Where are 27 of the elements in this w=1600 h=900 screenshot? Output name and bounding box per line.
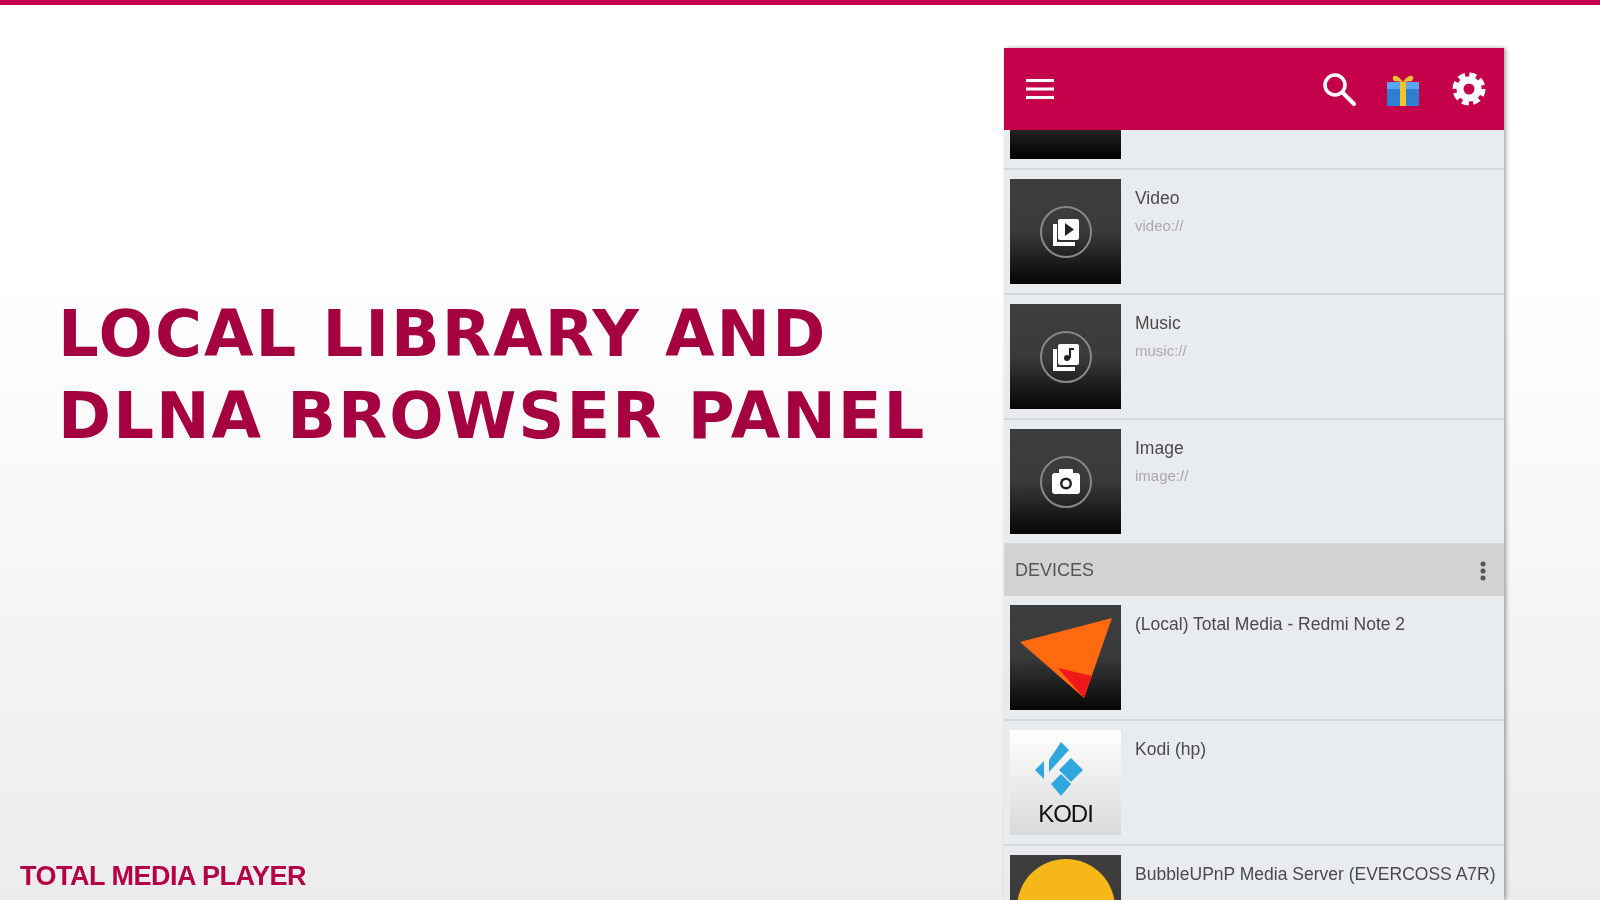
video-library-icon: [1038, 204, 1093, 259]
section-title: DEVICES: [1015, 560, 1095, 581]
device-item[interactable]: KODI Kodi (hp): [1004, 721, 1504, 846]
item-path: music://: [1135, 342, 1187, 359]
device-item[interactable]: BubbleUPnP Media Server (EVERCOSS A7R): [1004, 846, 1504, 900]
settings-icon[interactable]: [1450, 70, 1488, 108]
library-item[interactable]: Image image://: [1004, 420, 1504, 545]
item-title: Video: [1135, 188, 1181, 209]
device-name: BubbleUPnP Media Server (EVERCOSS A7R): [1135, 864, 1496, 885]
music-library-icon: [1038, 329, 1093, 384]
item-path: video://: [1135, 217, 1184, 234]
item-path: image://: [1135, 467, 1189, 484]
more-options-icon[interactable]: [1480, 560, 1486, 581]
menu-icon[interactable]: [1026, 78, 1054, 100]
library-item[interactable]: Music music://: [1004, 295, 1504, 420]
item-title: Music: [1135, 313, 1182, 334]
item-title: Image: [1135, 438, 1185, 459]
headline: DLNA BROWSER PANEL: [58, 378, 928, 455]
device-item[interactable]: (Local) Total Media - Redmi Note 2: [1004, 596, 1504, 721]
search-icon[interactable]: [1322, 72, 1356, 106]
device-name: (Local) Total Media - Redmi Note 2: [1135, 614, 1406, 635]
library-item[interactable]: Video video://: [1004, 170, 1504, 295]
headline: LOCAL LIBRARY AND: [58, 296, 829, 373]
camera-icon: [1038, 454, 1093, 509]
device-name: Kodi (hp): [1135, 739, 1206, 760]
logo-text: KODI: [1038, 801, 1093, 826]
brand-name: TOTAL MEDIA PLAYER: [20, 861, 308, 892]
